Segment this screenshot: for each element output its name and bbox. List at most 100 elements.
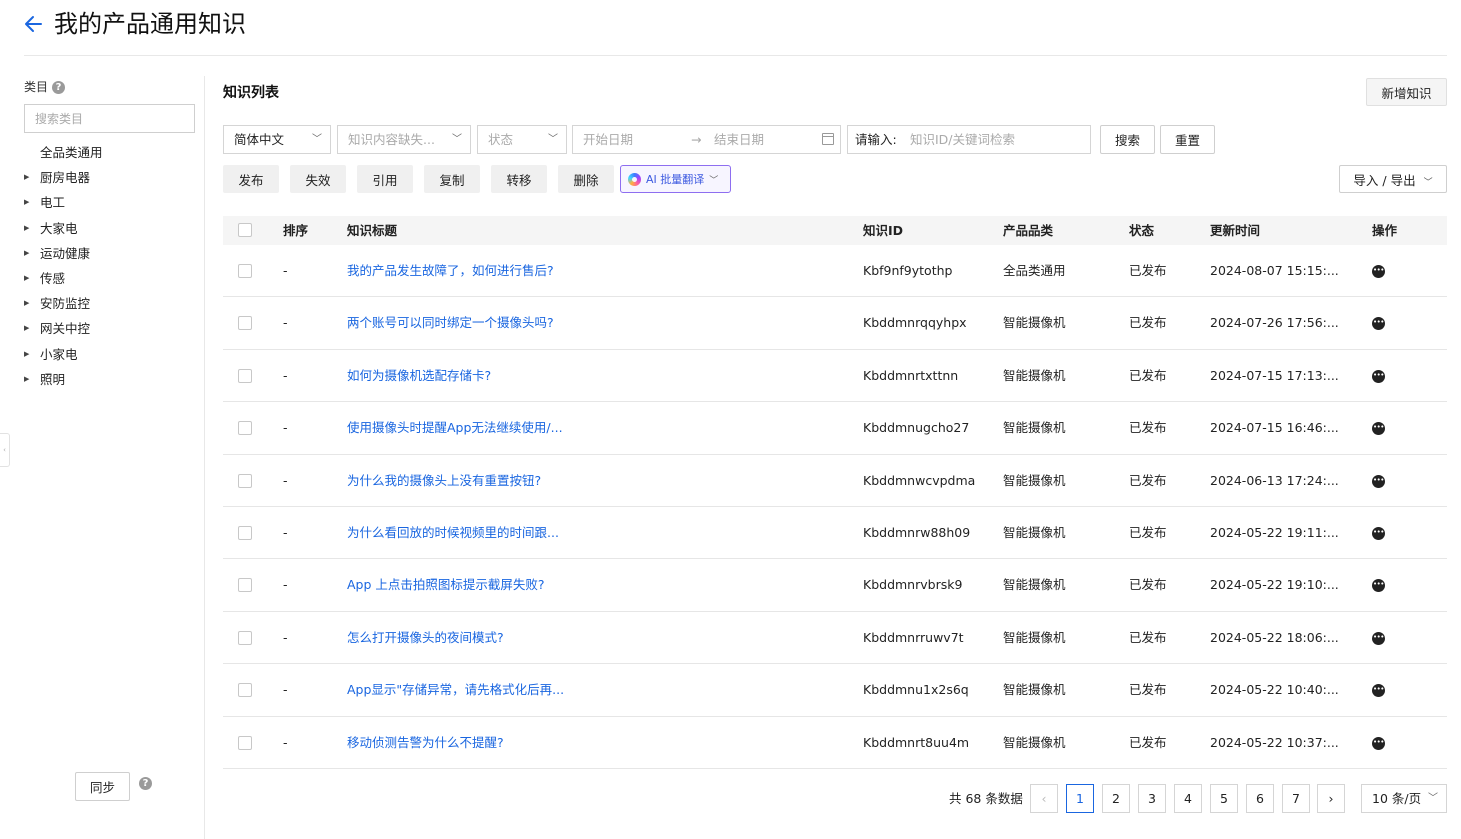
row-checkbox[interactable] — [238, 368, 252, 383]
knowledge-title-link[interactable]: 为什么看回放的时候视频里的时间跟... — [347, 507, 559, 559]
knowledge-title-link[interactable]: 使用摄像头时提醒App无法继续使用/... — [347, 402, 563, 454]
knowledge-title-link[interactable]: 我的产品发生故障了，如何进行售后? — [347, 245, 554, 297]
transfer-button[interactable]: 转移 — [491, 165, 547, 193]
knowledge-title-link[interactable]: 移动侦测告警为什么不提醒? — [347, 717, 504, 769]
next-page-icon[interactable]: › — [1317, 784, 1345, 813]
page-button[interactable]: 3 — [1138, 784, 1166, 813]
ai-translate-button[interactable]: AI 批量翻译 ﹀ — [620, 165, 731, 193]
cell-id: Kbddmnwcvpdma — [863, 472, 976, 488]
missing-content-placeholder: 知识内容缺失... — [348, 132, 435, 147]
row-checkbox[interactable] — [238, 578, 252, 593]
status-select[interactable]: 状态 ﹀ — [477, 125, 567, 154]
category-item[interactable]: ▶ 运动健康 — [24, 241, 200, 266]
more-options-icon[interactable]: ••• — [1372, 317, 1385, 331]
more-options-icon[interactable]: ••• — [1372, 736, 1385, 750]
knowledge-title-link[interactable]: 如何为摄像机选配存储卡? — [347, 350, 491, 402]
category-item[interactable]: ▶ 厨房电器 — [24, 165, 200, 190]
keyword-label: 请输入: — [855, 132, 897, 147]
cell-updated: 2024-05-22 18:06:... — [1210, 629, 1339, 645]
category-item[interactable]: ▶ 安防监控 — [24, 291, 200, 316]
cell-category: 智能摄像机 — [1003, 682, 1066, 698]
help-icon[interactable]: ? — [52, 80, 66, 94]
caret-right-icon[interactable]: ▶ — [24, 266, 34, 291]
category-item[interactable]: ▶ 照明 — [24, 367, 200, 392]
reference-button[interactable]: 引用 — [357, 165, 413, 193]
back-arrow-icon[interactable] — [24, 12, 44, 36]
cell-updated: 2024-07-15 16:46:... — [1210, 420, 1339, 436]
page-button[interactable]: 1 — [1066, 784, 1094, 813]
page-button[interactable]: 2 — [1102, 784, 1130, 813]
knowledge-title-link[interactable]: App 上点击拍照图标提示截屏失败? — [347, 559, 545, 611]
reset-button[interactable]: 重置 — [1160, 125, 1215, 154]
row-checkbox[interactable] — [238, 421, 252, 436]
page-size-select[interactable]: 10 条/页 ﹀ — [1361, 784, 1447, 813]
more-options-icon[interactable]: ••• — [1372, 579, 1385, 593]
collapse-handle[interactable]: ‹ — [0, 433, 10, 467]
sync-button[interactable]: 同步 — [75, 772, 130, 801]
caret-right-icon[interactable]: ▶ — [24, 316, 34, 341]
invalidate-button[interactable]: 失效 — [290, 165, 346, 193]
total-count: 共 68 条数据 — [949, 791, 1023, 806]
status-placeholder: 状态 — [488, 132, 514, 147]
category-item[interactable]: ▶ 大家电 — [24, 216, 200, 241]
knowledge-title-link[interactable]: 两个账号可以同时绑定一个摄像头吗? — [347, 297, 554, 349]
row-checkbox[interactable] — [238, 525, 252, 540]
row-checkbox[interactable] — [238, 683, 252, 698]
category-item[interactable]: ▶ 小家电 — [24, 342, 200, 367]
sync-help-icon[interactable]: ? — [139, 777, 152, 790]
row-checkbox[interactable] — [238, 473, 252, 488]
more-options-icon[interactable]: ••• — [1372, 684, 1385, 698]
more-options-icon[interactable]: ••• — [1372, 631, 1385, 645]
table-row: - 使用摄像头时提醒App无法继续使用/... Kbddmnugcho27 智能摄像机… — [223, 402, 1447, 455]
knowledge-title-link[interactable]: 为什么我的摄像头上没有重置按钮? — [347, 455, 541, 507]
category-item[interactable]: ▶ 传感 — [24, 266, 200, 291]
prev-page-icon[interactable]: ‹ — [1030, 784, 1058, 813]
missing-content-select[interactable]: 知识内容缺失... ﹀ — [337, 125, 471, 154]
category-sidebar: 类目 ? 全品类通用 ▶ 厨房电器 ▶ 电工 ▶ 大家电 ▶ 运动健康 ▶ 传感 ▶ 安防监控 ▶ 网关中控… — [24, 76, 205, 839]
more-options-icon[interactable]: ••• — [1372, 369, 1385, 383]
row-checkbox[interactable] — [238, 264, 252, 278]
keyword-input[interactable] — [910, 128, 1085, 151]
knowledge-title-link[interactable]: 怎么打开摄像头的夜间模式? — [347, 612, 504, 664]
row-checkbox[interactable] — [238, 735, 252, 750]
page-button[interactable]: 5 — [1210, 784, 1238, 813]
import-export-button[interactable]: 导入 / 导出 ﹀ — [1339, 165, 1447, 193]
date-range-picker[interactable]: 开始日期 → 结束日期 — [572, 125, 841, 154]
category-item[interactable]: ▶ 网关中控 — [24, 316, 200, 341]
category-item[interactable]: 全品类通用 — [24, 140, 200, 165]
page-button[interactable]: 6 — [1246, 784, 1274, 813]
main-content: 知识列表 新增知识 简体中文 ﹀ 知识内容缺失... ﹀ 状态 ﹀ 开始日期 →… — [223, 76, 1447, 839]
caret-right-icon[interactable]: ▶ — [24, 216, 34, 241]
category-search-input[interactable] — [24, 104, 195, 133]
chevron-down-icon: ﹀ — [452, 134, 462, 145]
caret-right-icon[interactable]: ▶ — [24, 367, 34, 392]
publish-button[interactable]: 发布 — [223, 165, 279, 193]
cell-order: - — [283, 420, 288, 436]
search-button[interactable]: 搜索 — [1100, 125, 1155, 154]
table-row: - 两个账号可以同时绑定一个摄像头吗? Kbddmnrqqyhpx 智能摄像机 已发布 2… — [223, 297, 1447, 350]
select-all-checkbox[interactable] — [238, 223, 252, 237]
row-checkbox[interactable] — [238, 316, 252, 331]
knowledge-title-link[interactable]: App显示"存储异常，请先格式化后再... — [347, 664, 564, 716]
copy-button[interactable]: 复制 — [424, 165, 480, 193]
row-checkbox[interactable] — [238, 630, 252, 645]
caret-right-icon[interactable]: ▶ — [24, 342, 34, 367]
more-options-icon[interactable]: ••• — [1372, 265, 1385, 278]
table-row: - 怎么打开摄像头的夜间模式? Kbddmnrruwv7t 智能摄像机 已发布 2024-… — [223, 612, 1447, 665]
page-button[interactable]: 7 — [1282, 784, 1310, 813]
more-options-icon[interactable]: ••• — [1372, 474, 1385, 488]
page-button[interactable]: 4 — [1174, 784, 1202, 813]
add-knowledge-button[interactable]: 新增知识 — [1366, 78, 1447, 106]
caret-right-icon[interactable]: ▶ — [24, 291, 34, 316]
language-select[interactable]: 简体中文 ﹀ — [223, 125, 331, 154]
more-options-icon[interactable]: ••• — [1372, 526, 1385, 540]
cell-category: 智能摄像机 — [1003, 367, 1066, 383]
delete-button[interactable]: 删除 — [558, 165, 614, 193]
cell-order: - — [283, 524, 288, 540]
caret-right-icon[interactable]: ▶ — [24, 241, 34, 266]
more-options-icon[interactable]: ••• — [1372, 422, 1385, 436]
category-item[interactable]: ▶ 电工 — [24, 190, 200, 215]
caret-right-icon[interactable]: ▶ — [24, 190, 34, 215]
col-updated: 更新时间 — [1210, 223, 1261, 238]
caret-right-icon[interactable]: ▶ — [24, 165, 34, 190]
